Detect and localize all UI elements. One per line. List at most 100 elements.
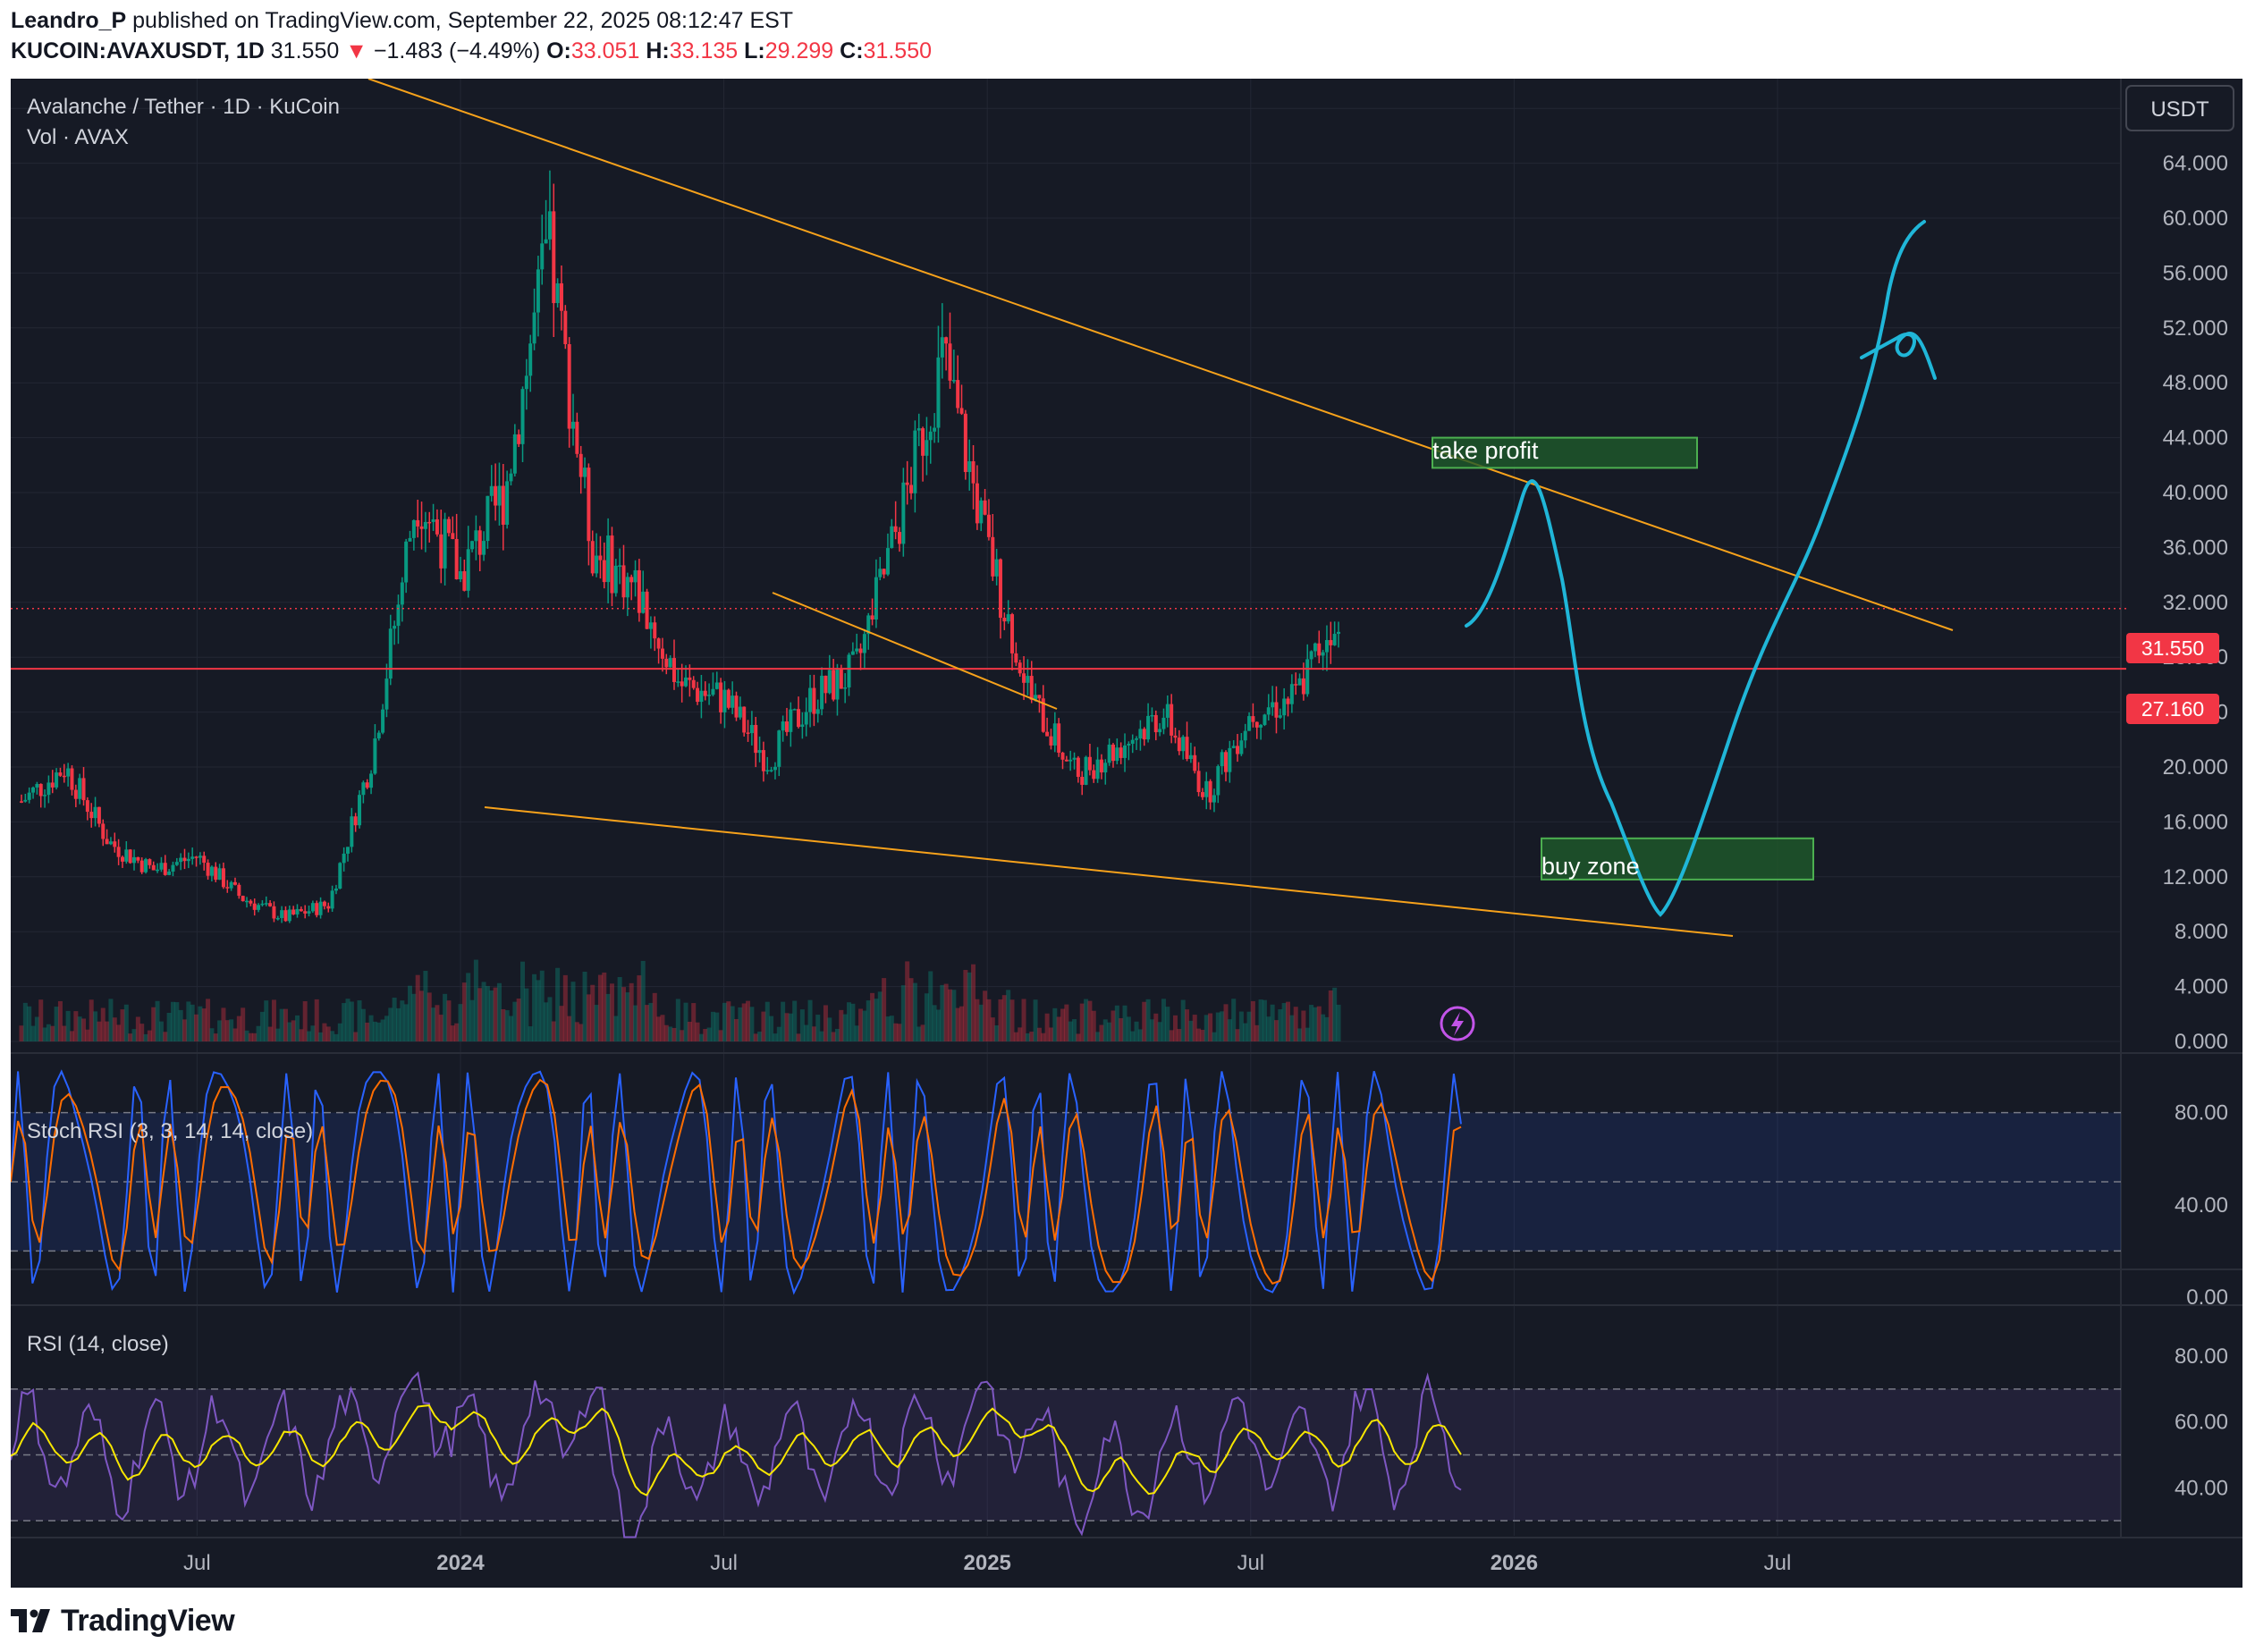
volume-bar xyxy=(314,999,319,1041)
currency-label[interactable]: USDT xyxy=(2150,97,2209,122)
candle-body xyxy=(1247,716,1252,731)
candle-body xyxy=(318,901,323,915)
candle-body xyxy=(330,890,334,909)
volume-bar xyxy=(722,1002,727,1041)
price-tick-label: 20.000 xyxy=(2163,755,2228,780)
volume-bar xyxy=(1297,1028,1303,1041)
volume-bar xyxy=(69,1031,74,1041)
volume-bar xyxy=(85,1029,90,1041)
candle-body xyxy=(660,648,664,659)
volume-bar xyxy=(943,983,949,1041)
candle-body xyxy=(334,889,338,891)
candle-body xyxy=(520,389,525,444)
chart-container[interactable]: Jul2024Jul2025Jul2026Jul68.00064.00060.0… xyxy=(10,78,2242,1588)
price-tick-label: 60.000 xyxy=(2163,206,2228,231)
symbol-name[interactable]: KUCOIN:AVAXUSDT, 1D xyxy=(11,38,265,63)
candle-body xyxy=(1332,634,1337,645)
volume-bar xyxy=(54,1007,59,1041)
volume-bar xyxy=(224,1020,230,1041)
candle-body xyxy=(1087,756,1092,771)
candle-body xyxy=(1204,780,1209,797)
price-tick-label: 44.000 xyxy=(2163,426,2228,451)
candle-body xyxy=(373,738,377,774)
candle-body xyxy=(229,881,233,889)
candle-body xyxy=(571,421,576,429)
volume-bar xyxy=(446,1000,452,1041)
volume-bar xyxy=(287,1022,292,1041)
volume-bar xyxy=(1021,999,1026,1041)
volume-bar xyxy=(648,1002,654,1041)
tradingview-brand: TradingView xyxy=(61,1603,235,1638)
volume-bar xyxy=(893,1023,899,1041)
volume-bar xyxy=(186,1001,191,1041)
candle-body xyxy=(505,481,510,525)
volume-bar xyxy=(349,1001,354,1041)
candle-body xyxy=(936,357,941,428)
volume-bar xyxy=(512,1001,518,1041)
candle-body xyxy=(1236,746,1240,754)
candle-body xyxy=(1231,746,1236,748)
candle-body xyxy=(613,565,618,594)
volume-bar xyxy=(151,1007,156,1041)
volume-bar xyxy=(559,1006,564,1041)
volume-bar xyxy=(1041,1032,1046,1041)
volume-bar xyxy=(1072,1019,1077,1041)
candle-body xyxy=(858,648,863,653)
volume-bar xyxy=(388,1007,393,1041)
volume-bar xyxy=(38,999,44,1041)
x-tick-label: 2025 xyxy=(964,1551,1011,1575)
volume-bar xyxy=(1009,999,1015,1041)
volume-bar xyxy=(726,1001,731,1041)
volume-bar xyxy=(209,1028,215,1041)
volume-bar xyxy=(1033,999,1038,1041)
volume-bar xyxy=(1107,1022,1112,1041)
candle-body xyxy=(898,532,901,544)
volume-bar xyxy=(131,1029,137,1041)
volume-bar xyxy=(81,1018,87,1041)
price-tick-label: 40.000 xyxy=(2163,481,2228,505)
volume-bar xyxy=(252,1032,258,1041)
volume-bar xyxy=(613,1016,619,1041)
candle-body xyxy=(1266,707,1271,715)
candle-body xyxy=(815,709,820,714)
currency-button[interactable]: USDT xyxy=(2125,85,2234,131)
volume-bar xyxy=(1180,999,1186,1041)
candle-body xyxy=(524,375,528,390)
candle-body xyxy=(1153,714,1158,733)
candle-body xyxy=(925,440,929,456)
candle-body xyxy=(1095,759,1100,780)
candle-body xyxy=(1127,743,1131,746)
volume-bar xyxy=(128,1033,133,1041)
volume-bar xyxy=(1169,1030,1174,1041)
last-price: 31.550 xyxy=(270,38,340,63)
volume-bar xyxy=(174,1002,180,1041)
candle-body xyxy=(400,582,404,605)
candle-body xyxy=(174,862,179,865)
volume-bar xyxy=(680,1030,685,1041)
author-name[interactable]: Leandro_P xyxy=(11,8,126,33)
candle-body xyxy=(264,903,268,905)
volume-bar xyxy=(955,1007,960,1041)
candle-body xyxy=(789,709,793,732)
candle-body xyxy=(1057,723,1061,753)
volume-bar xyxy=(493,987,498,1041)
candle-body xyxy=(738,706,742,718)
candle-body xyxy=(43,795,47,796)
tradingview-footer: TradingView xyxy=(11,1598,235,1643)
candle-body xyxy=(703,690,707,696)
volume-bar xyxy=(217,1020,223,1041)
candle-body xyxy=(579,453,583,477)
volume-bar xyxy=(1215,1012,1220,1041)
candle-body xyxy=(113,841,117,847)
volume-bar xyxy=(1235,1029,1240,1041)
candle-body xyxy=(209,866,214,876)
candle-body xyxy=(991,536,995,577)
candle-body xyxy=(874,577,878,620)
open-label: O: xyxy=(546,38,571,63)
volume-bar xyxy=(295,1015,300,1041)
volume-bar xyxy=(469,999,475,1041)
chart-svg[interactable]: Jul2024Jul2025Jul2026Jul68.00064.00060.0… xyxy=(10,78,2242,1588)
lightning-icon[interactable] xyxy=(1440,1006,1475,1041)
volume-bar xyxy=(392,998,397,1041)
volume-bar xyxy=(450,1025,455,1041)
